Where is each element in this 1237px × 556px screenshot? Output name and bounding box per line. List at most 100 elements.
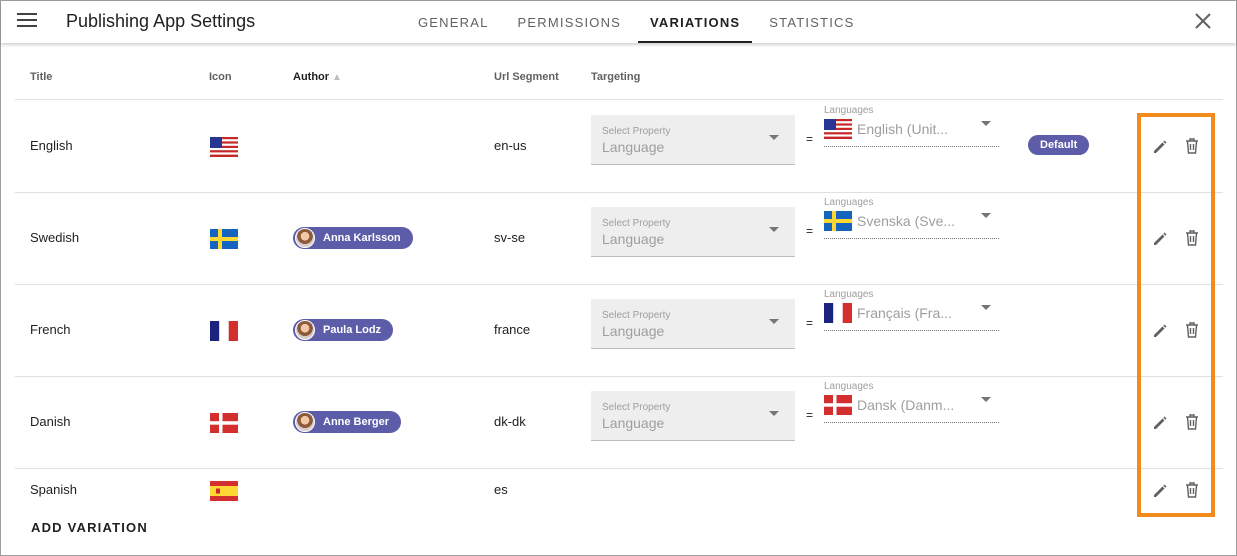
select-property-label: Select Property: [602, 402, 671, 413]
languages-value: Français (Fra...: [857, 305, 952, 321]
edit-pencil-icon[interactable]: [1152, 230, 1168, 248]
dropdown-arrow-icon: [981, 213, 991, 218]
edit-pencil-icon[interactable]: [1152, 482, 1168, 500]
table-row: Swedish Anna Karlsson sv-se Select Prope…: [15, 193, 1223, 285]
dropdown-arrow-icon: [769, 227, 779, 232]
field-underline: [824, 238, 999, 239]
equals-sign: =: [806, 224, 814, 238]
languages-label: Languages: [824, 289, 874, 300]
app-header: Publishing App Settings GENERAL PERMISSI…: [1, 1, 1236, 43]
dropdown-arrow-icon: [769, 135, 779, 140]
languages-dropdown[interactable]: Languages Français (Fra...: [824, 289, 999, 333]
row-title: Danish: [30, 414, 71, 429]
column-header-author-label: Author: [293, 71, 330, 83]
select-property-label: Select Property: [602, 218, 671, 229]
row-title: Swedish: [30, 230, 80, 245]
select-property-dropdown[interactable]: Select Property Language: [591, 115, 795, 165]
field-underline: [824, 330, 999, 331]
select-property-dropdown[interactable]: Select Property Language: [591, 207, 795, 257]
languages-value: English (Unit...: [857, 121, 949, 137]
languages-dropdown[interactable]: Languages English (Unit...: [824, 105, 999, 149]
row-title: French: [30, 322, 71, 337]
sort-arrow-icon: ▲: [332, 72, 342, 83]
default-badge: Default: [1028, 135, 1090, 155]
tab-general[interactable]: GENERAL: [406, 1, 501, 43]
delete-trash-icon[interactable]: [1184, 481, 1200, 499]
row-url-segment: es: [494, 482, 508, 497]
page-title: Publishing App Settings: [66, 11, 256, 31]
languages-dropdown[interactable]: Languages Dansk (Danm...: [824, 381, 999, 425]
table-header: Title Icon Author ▲ Url Segment Targeting: [15, 58, 1223, 100]
dropdown-arrow-icon: [981, 397, 991, 402]
table-row: Spanish es: [15, 469, 1223, 511]
dk-flag-icon: [824, 395, 852, 415]
author-chip[interactable]: Paula Lodz: [293, 319, 394, 341]
tab-variations[interactable]: VARIATIONS: [638, 1, 753, 43]
row-url-segment: sv-se: [494, 230, 526, 245]
languages-label: Languages: [824, 381, 874, 392]
dropdown-arrow-icon: [769, 411, 779, 416]
select-property-label: Select Property: [602, 126, 671, 137]
avatar: [295, 412, 315, 432]
author-name: Paula Lodz: [323, 324, 382, 336]
delete-trash-icon[interactable]: [1184, 137, 1200, 155]
dropdown-arrow-icon: [981, 305, 991, 310]
row-title: Spanish: [30, 482, 77, 497]
close-icon[interactable]: [1194, 12, 1212, 30]
select-property-dropdown[interactable]: Select Property Language: [591, 299, 795, 349]
tab-permissions[interactable]: PERMISSIONS: [506, 1, 634, 43]
se-flag-icon: [824, 211, 852, 231]
languages-value: Dansk (Danm...: [857, 397, 955, 413]
field-underline: [824, 422, 999, 423]
row-url-segment: en-us: [494, 138, 527, 153]
avatar: [295, 228, 315, 248]
dropdown-arrow-icon: [769, 319, 779, 324]
fr-flag-icon: [210, 321, 238, 341]
languages-value: Svenska (Sve...: [857, 213, 956, 229]
row-url-segment: france: [494, 322, 531, 337]
author-name: Anne Berger: [323, 416, 390, 428]
column-header-url-segment[interactable]: Url Segment: [494, 71, 559, 83]
delete-trash-icon[interactable]: [1184, 229, 1200, 247]
select-property-value: Language: [602, 139, 665, 155]
languages-dropdown[interactable]: Languages Svenska (Sve...: [824, 197, 999, 241]
add-variation-button[interactable]: ADD VARIATION: [31, 520, 148, 535]
column-header-title[interactable]: Title: [30, 71, 52, 83]
author-chip[interactable]: Anna Karlsson: [293, 227, 413, 249]
column-header-targeting[interactable]: Targeting: [591, 71, 640, 83]
us-flag-icon: [210, 137, 238, 157]
column-header-icon[interactable]: Icon: [209, 71, 232, 83]
edit-pencil-icon[interactable]: [1152, 414, 1168, 432]
table-row: English en-us Select Property Language =…: [15, 101, 1223, 193]
column-header-author[interactable]: Author ▲: [293, 71, 342, 83]
select-property-value: Language: [602, 415, 665, 431]
equals-sign: =: [806, 132, 814, 146]
edit-pencil-icon[interactable]: [1152, 322, 1168, 340]
row-title: English: [30, 138, 73, 153]
equals-sign: =: [806, 408, 814, 422]
tab-statistics[interactable]: STATISTICS: [757, 1, 866, 43]
select-property-value: Language: [602, 231, 665, 247]
dk-flag-icon: [210, 413, 238, 433]
us-flag-icon: [824, 119, 852, 139]
se-flag-icon: [210, 229, 238, 249]
table-row: Danish Anne Berger dk-dk Select Property…: [15, 377, 1223, 469]
menu-icon[interactable]: [17, 13, 37, 31]
delete-trash-icon[interactable]: [1184, 413, 1200, 431]
languages-label: Languages: [824, 197, 874, 208]
edit-pencil-icon[interactable]: [1152, 138, 1168, 156]
select-property-dropdown[interactable]: Select Property Language: [591, 391, 795, 441]
equals-sign: =: [806, 316, 814, 330]
row-url-segment: dk-dk: [494, 414, 526, 429]
author-chip[interactable]: Anne Berger: [293, 411, 402, 433]
delete-trash-icon[interactable]: [1184, 321, 1200, 339]
avatar: [295, 320, 315, 340]
table-row: French Paula Lodz france Select Property…: [15, 285, 1223, 377]
author-name: Anna Karlsson: [323, 232, 401, 244]
field-underline: [824, 146, 999, 147]
dropdown-arrow-icon: [981, 121, 991, 126]
select-property-value: Language: [602, 323, 665, 339]
languages-label: Languages: [824, 105, 874, 116]
fr-flag-icon: [824, 303, 852, 323]
tab-bar: GENERAL PERMISSIONS VARIATIONS STATISTIC…: [406, 1, 871, 43]
